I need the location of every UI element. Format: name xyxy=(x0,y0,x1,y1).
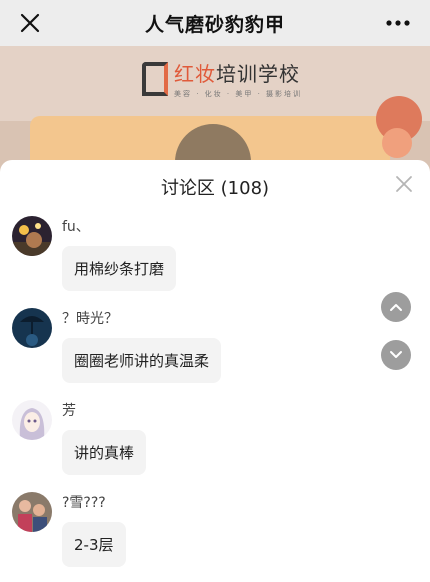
comment-text: 讲的真棒 xyxy=(62,430,147,475)
comment-text: 2-3层 xyxy=(62,522,126,567)
decorative-circle xyxy=(382,128,412,158)
avatar[interactable] xyxy=(12,400,52,440)
more-icon[interactable] xyxy=(382,7,414,39)
comment-author: ？時光？ xyxy=(62,311,118,327)
comment-author: fu、 xyxy=(62,219,90,235)
school-logo: 红妆培训学校 美容 · 化妆 · 美甲 · 摄影培训 xyxy=(142,58,302,99)
discussion-title: 讨论区 (108) xyxy=(160,178,270,199)
discussion-header: 讨论区 (108) xyxy=(0,160,430,214)
school-name: 红妆培训学校 xyxy=(174,62,300,86)
top-navbar: 人气磨砂豹豹甲 xyxy=(0,0,430,46)
avatar[interactable] xyxy=(12,492,52,532)
chevron-up-icon[interactable] xyxy=(381,292,411,322)
chevron-down-icon[interactable] xyxy=(381,340,411,370)
comment-text: 用棉纱条打磨 xyxy=(62,246,177,291)
comment-author: 芳 xyxy=(62,403,76,419)
school-tagline: 美容 · 化妆 · 美甲 · 摄影培训 xyxy=(174,90,303,98)
comment-author: ?雪??? xyxy=(62,495,106,511)
discussion-panel: 讨论区 (108) fu、 用棉纱条打磨 ？時光？ 圈圈老师讲的真温柔 芳 讲的… xyxy=(0,160,430,582)
avatar[interactable] xyxy=(12,216,52,256)
avatar[interactable] xyxy=(12,308,52,348)
logo-mark-icon xyxy=(142,61,168,96)
close-icon[interactable] xyxy=(14,7,46,39)
close-icon[interactable] xyxy=(392,172,416,196)
comment-text: 圈圈老师讲的真温柔 xyxy=(62,338,222,383)
page-title: 人气磨砂豹豹甲 xyxy=(144,13,285,36)
